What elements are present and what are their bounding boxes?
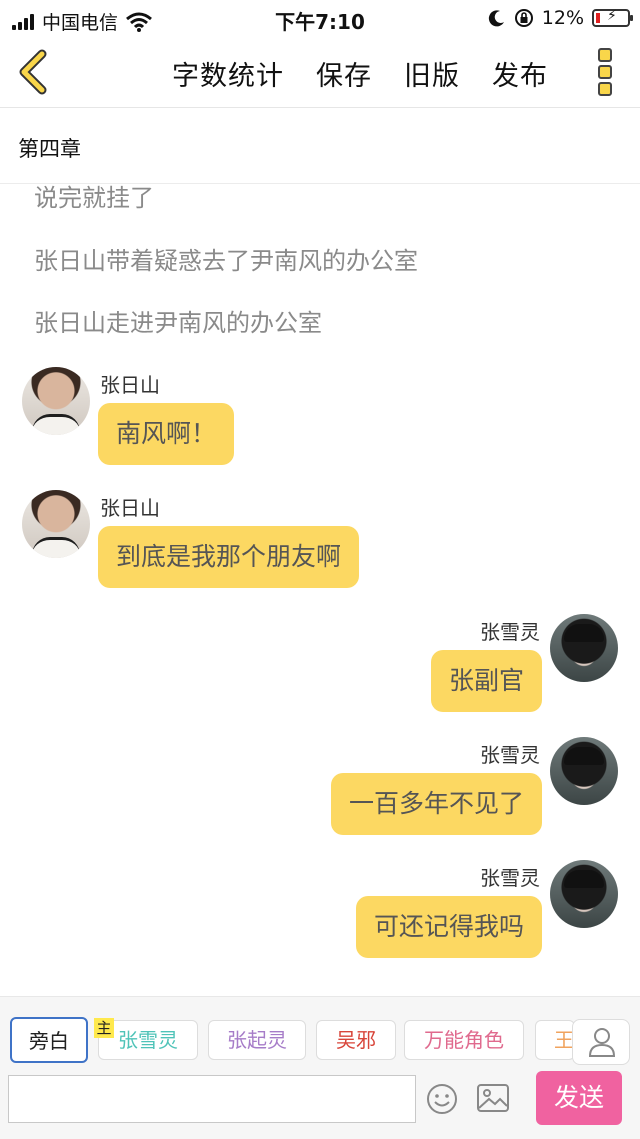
chevron-left-icon [19, 49, 47, 95]
publish-button[interactable]: 发布 [492, 54, 548, 93]
status-right: 12% ⚡ [488, 7, 633, 29]
top-nav: 字数统计 保存 旧版 发布 [0, 36, 640, 108]
avatar[interactable] [550, 860, 618, 928]
image-icon[interactable] [476, 1083, 510, 1113]
more-vertical-icon[interactable] [598, 48, 614, 96]
orientation-lock-icon [514, 9, 533, 27]
sender-name: 张日山 [100, 373, 160, 397]
role-universal[interactable]: 万能角色 [404, 1020, 524, 1060]
avatar[interactable] [550, 737, 618, 805]
message-input[interactable] [8, 1075, 416, 1123]
message-bubble[interactable]: 南风啊！ [98, 403, 235, 465]
back-button[interactable] [14, 48, 54, 96]
message-bubble[interactable]: 一百多年不见了 [330, 773, 542, 835]
message-bubble[interactable]: 可还记得我吗 [355, 896, 542, 958]
role-wang[interactable]: 王 [535, 1020, 575, 1060]
sender-name: 张雪灵 [480, 743, 540, 767]
narration-line: 张日山带着疑惑去了尹南风的办公室 [34, 247, 418, 275]
word-count-button[interactable]: 字数统计 [172, 54, 284, 93]
character-manage-button[interactable] [572, 1019, 630, 1065]
sender-name: 张雪灵 [480, 620, 540, 644]
moon-icon [488, 10, 504, 27]
chapter-title: 第四章 [18, 137, 81, 161]
composer-bar: 旁白 张雪灵 主 张起灵 吴邪 万能角色 王 发送 [0, 996, 640, 1139]
main-character-badge: 主 [94, 1018, 114, 1038]
avatar[interactable] [550, 614, 618, 682]
sender-name: 张雪灵 [480, 866, 540, 890]
emoji-icon[interactable] [426, 1083, 458, 1115]
role-narrator[interactable]: 旁白 [10, 1017, 88, 1063]
message-bubble[interactable]: 张副官 [430, 650, 542, 712]
battery-percent: 12% [541, 7, 584, 29]
narration-line: 张日山走进尹南风的办公室 [34, 309, 322, 337]
avatar[interactable] [22, 490, 90, 558]
narration-line: 说完就挂了 [34, 184, 154, 212]
input-row: 发送 [0, 1071, 640, 1129]
status-bar: 中国电信 下午7:10 12% ⚡ [0, 0, 640, 36]
send-button[interactable]: 发送 [536, 1071, 622, 1125]
save-button[interactable]: 保存 [316, 54, 372, 93]
role-zhang-qiling[interactable]: 张起灵 [208, 1020, 306, 1060]
battery-icon: ⚡ [592, 8, 633, 27]
avatar[interactable] [22, 367, 90, 435]
message-bubble[interactable]: 到底是我那个朋友啊 [98, 526, 360, 588]
role-selector: 旁白 张雪灵 主 张起灵 吴邪 万能角色 王 [0, 1017, 640, 1065]
sender-name: 张日山 [100, 496, 160, 520]
old-version-button[interactable]: 旧版 [404, 54, 460, 93]
chapter-header[interactable]: 第四章 [0, 109, 640, 184]
nav-actions: 字数统计 保存 旧版 发布 [172, 54, 548, 93]
chat-area[interactable]: 说完就挂了 张日山带着疑惑去了尹南风的办公室 张日山走进尹南风的办公室 张日山 … [0, 184, 640, 996]
role-wu-xie[interactable]: 吴邪 [316, 1020, 396, 1060]
person-icon [588, 1028, 616, 1057]
